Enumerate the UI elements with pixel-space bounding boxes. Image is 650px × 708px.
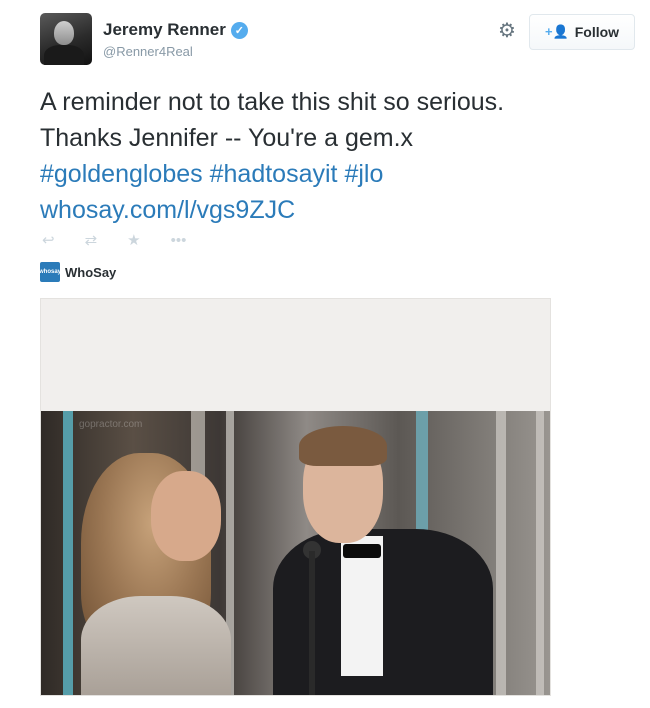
card-source-name: WhoSay [65,264,117,280]
more-icon[interactable]: ••• [171,233,187,249]
hashtag-line: #goldenglobes #hadtosayit #jlo [40,156,640,192]
hashtag-goldenglobes[interactable]: #goldenglobes [40,160,203,188]
media-watermark: gopractor.com [79,419,143,430]
verified-icon: ✓ [230,21,248,39]
retweet-icon[interactable]: ⇄ [85,233,98,249]
tweet-text: A reminder not to take this shit so seri… [40,84,640,228]
avatar[interactable] [40,13,92,65]
author-handle[interactable]: @Renner4Real [103,44,193,59]
tweet-line-2: Thanks Jennifer -- You're a gem.x [40,124,414,152]
backdrop-light [63,411,73,695]
hashtag-hadtosayit[interactable]: #hadtosayit [210,160,338,188]
follow-button[interactable]: +👤 Follow [529,14,635,50]
tweet: Jeremy Renner ✓ @Renner4Real ⚙ +👤 Follow… [0,0,650,708]
media-photo[interactable]: gopractor.com [41,411,550,695]
reply-icon[interactable]: ↩ [42,233,55,249]
woman-dress [81,596,231,695]
avatar-head [54,21,74,45]
man-hair [299,426,387,466]
author-name[interactable]: Jeremy Renner [103,20,226,40]
favorite-icon[interactable]: ★ [127,233,140,249]
microphone-stand [309,551,315,695]
follow-label: Follow [574,24,620,40]
backdrop-light [536,411,544,695]
media-card[interactable]: gopractor.com [40,298,551,696]
tweet-line-1: A reminder not to take this shit so seri… [40,88,505,116]
tweet-link[interactable]: whosay.com/l/vgs9ZJC [40,192,640,228]
backdrop-light [496,411,506,695]
add-user-icon: +👤 [544,24,569,39]
avatar-body [44,45,84,65]
bowtie [343,544,381,558]
tweet-actions: ↩ ⇄ ★ ••• [42,233,186,249]
card-source[interactable]: whosay WhoSay [39,262,117,282]
woman-face [151,471,221,561]
gear-icon[interactable]: ⚙ [496,20,518,42]
hashtag-jlo[interactable]: #jlo [344,160,383,188]
author-row: Jeremy Renner ✓ [103,20,248,40]
whosay-logo-icon: whosay [39,262,61,282]
